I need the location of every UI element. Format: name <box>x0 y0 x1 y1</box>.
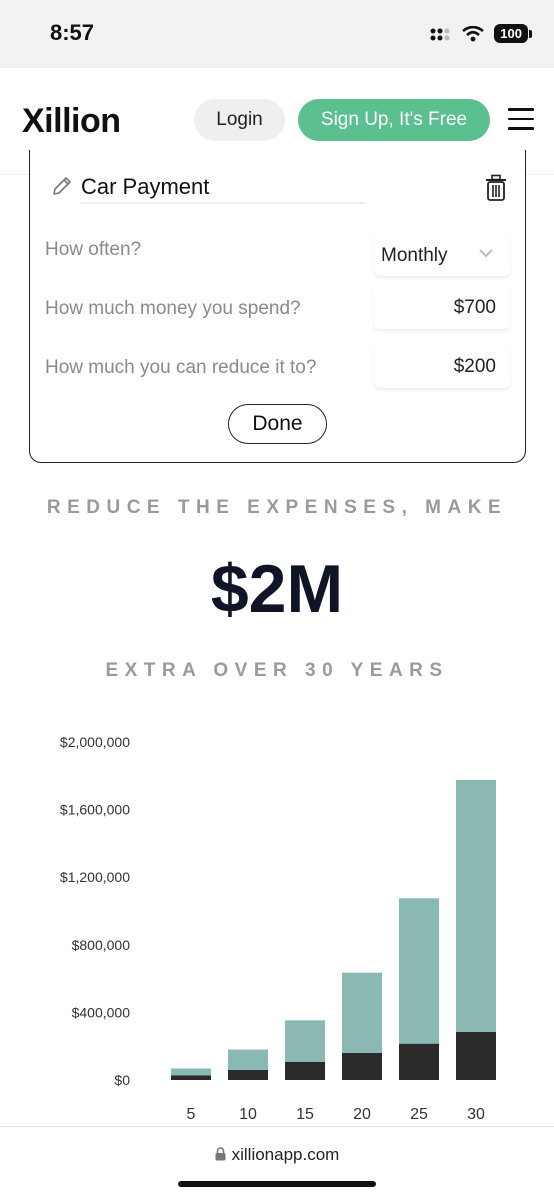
status-time: 8:57 <box>50 20 95 45</box>
home-indicator[interactable] <box>178 1181 376 1187</box>
done-button[interactable]: Done <box>228 404 327 444</box>
promo-line-2: EXTRA OVER 30 YEARS <box>105 660 449 681</box>
x-tick-label: 15 <box>296 1106 314 1123</box>
spend-input[interactable]: $700 <box>374 285 510 329</box>
bar-segment-dark <box>399 1043 439 1080</box>
hamburger-menu-icon[interactable] <box>508 108 534 130</box>
promo-line-1: REDUCE THE EXPENSES, MAKE <box>46 497 508 518</box>
bar-segment-dark <box>342 1052 382 1080</box>
savings-bar-chart: $0 $400,000 $800,000 $1,200,000 $1,600,000 $2… <box>60 734 496 1123</box>
spend-value: $700 <box>453 297 496 318</box>
bar-segment-dark <box>285 1061 325 1080</box>
x-tick-label: 10 <box>239 1106 257 1123</box>
wifi-icon <box>462 25 485 41</box>
frequency-select[interactable]: Monthly <box>374 232 510 276</box>
bar-segment-teal <box>285 1020 325 1062</box>
y-tick-label: $800,000 <box>72 937 131 953</box>
x-tick-label: 20 <box>353 1106 371 1123</box>
y-tick-label: $1,600,000 <box>60 802 130 818</box>
promo-amount: $2M <box>210 551 344 627</box>
bar-segment-teal <box>342 972 382 1053</box>
pencil-icon[interactable] <box>50 174 74 198</box>
bar-segment-teal <box>228 1049 268 1070</box>
bar-segment-teal <box>399 898 439 1044</box>
expense-card: Car Payment How often? Monthly How much … <box>29 150 526 463</box>
spend-label: How much money you spend? <box>45 298 301 319</box>
reduce-label: How much you can reduce it to? <box>45 357 317 378</box>
login-button[interactable]: Login <box>194 99 285 141</box>
frequency-value: Monthly <box>381 245 448 266</box>
y-tick-label: $400,000 <box>72 1004 131 1020</box>
y-tick-label: $2,000,000 <box>60 734 130 750</box>
frequency-label: How often? <box>45 239 142 260</box>
x-tick-label: 30 <box>467 1106 485 1123</box>
chevron-down-icon <box>479 249 493 258</box>
cellular-signal-icon <box>430 28 450 40</box>
signup-button[interactable]: Sign Up, It's Free <box>298 99 490 141</box>
battery-icon: 100 <box>494 24 532 43</box>
reduce-input[interactable]: $200 <box>374 344 510 388</box>
url-text: xillionapp.com <box>231 1145 340 1164</box>
x-tick-label: 5 <box>187 1106 196 1123</box>
bar-segment-dark <box>456 1031 496 1080</box>
bar-segment-dark <box>171 1075 211 1080</box>
url-display[interactable]: xillionapp.com <box>0 1145 554 1165</box>
lock-icon <box>215 1147 226 1161</box>
bar-segment-teal <box>171 1068 211 1076</box>
status-bar: 8:57 100 <box>0 0 554 68</box>
trash-icon[interactable] <box>484 174 508 202</box>
status-icons: 100 <box>430 24 532 43</box>
expense-name-underline <box>80 202 366 204</box>
xillion-logo[interactable]: Xillion <box>22 102 121 141</box>
x-tick-label: 25 <box>410 1106 428 1123</box>
bar-segment-dark <box>228 1069 268 1080</box>
expense-name-field[interactable]: Car Payment <box>81 174 209 200</box>
y-tick-label: $0 <box>114 1072 130 1088</box>
browser-url-bar[interactable]: xillionapp.com <box>0 1126 554 1201</box>
reduce-value: $200 <box>453 356 496 377</box>
y-tick-label: $1,200,000 <box>60 869 130 885</box>
bar-segment-teal <box>456 780 496 1032</box>
